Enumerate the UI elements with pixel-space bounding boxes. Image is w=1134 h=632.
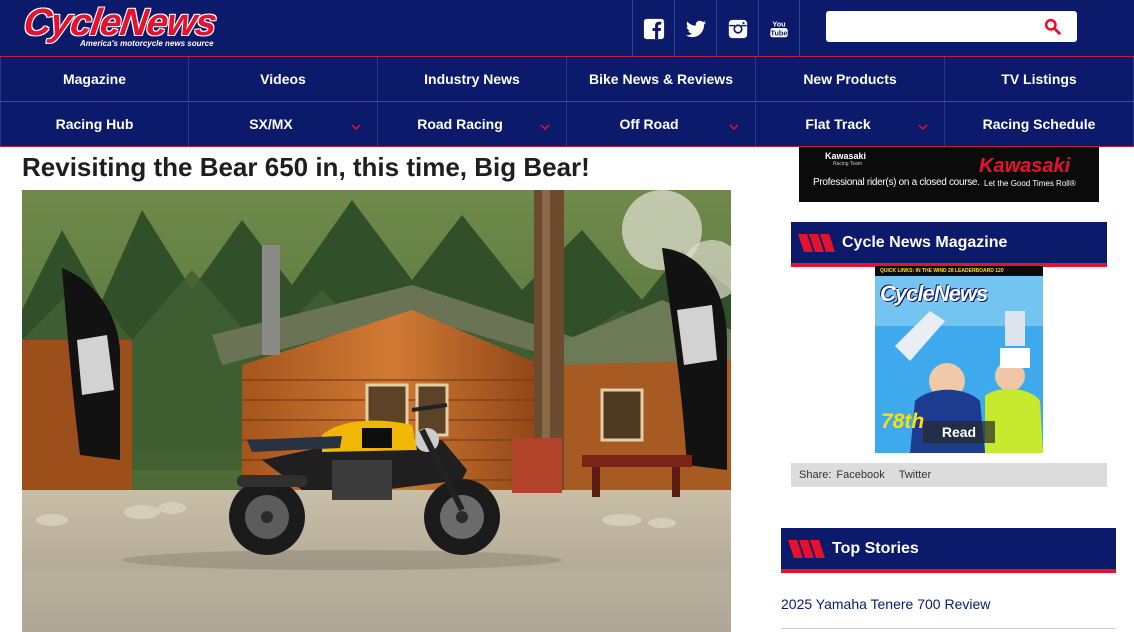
nav-label: Off Road — [619, 116, 679, 132]
nav-item-flat-track[interactable]: Flat Track — [756, 102, 945, 146]
stripes-icon — [788, 539, 825, 558]
kawasaki-ad-banner[interactable]: Kawasaki Racing Team Professional rider(… — [799, 147, 1099, 202]
ad-brand-sub: Racing Team — [833, 161, 863, 167]
ad-brand-logo: Kawasaki — [979, 155, 1071, 177]
nav-label: Magazine — [62, 71, 126, 87]
site-header: CycleNews America's motorcycle news sour… — [0, 0, 1134, 57]
youtube-icon: You Tube — [770, 19, 788, 37]
chevron-down-icon[interactable] — [729, 122, 739, 132]
chevron-down-icon[interactable] — [351, 122, 361, 132]
nav-label: Racing Schedule — [982, 116, 1096, 132]
search-icon[interactable] — [1044, 18, 1061, 35]
widget-title-text: Cycle News Magazine — [842, 233, 1008, 251]
magazine-widget-title: Cycle News Magazine — [791, 222, 1107, 267]
nav-label: Flat Track — [805, 116, 871, 132]
youtube-button[interactable]: You Tube — [758, 0, 800, 57]
primary-nav: Magazine Videos Industry News Bike News … — [0, 57, 1134, 102]
facebook-icon — [643, 18, 664, 39]
ad-brand-small: Kawasaki — [825, 151, 867, 161]
nav-label: Racing Hub — [55, 116, 134, 132]
nav-label: Bike News & Reviews — [589, 71, 733, 87]
svg-text:Tube: Tube — [771, 28, 788, 37]
twitter-button[interactable] — [674, 0, 716, 57]
nav-label: Videos — [260, 71, 306, 87]
nav-item-sx-mx[interactable]: SX/MX — [189, 102, 378, 146]
search-box — [826, 11, 1077, 42]
share-label: Share: — [799, 469, 832, 481]
nav-item-road-racing[interactable]: Road Racing — [378, 102, 567, 146]
nav-label: Road Racing — [417, 116, 503, 132]
nav-label: SX/MX — [249, 116, 293, 132]
racing-nav: Racing Hub SX/MX Road Racing Off Road Fl… — [0, 102, 1134, 147]
ad-disclaimer: Professional rider(s) on a closed course… — [813, 177, 980, 188]
nav-label: Industry News — [424, 71, 520, 87]
nav-item-off-road[interactable]: Off Road — [567, 102, 756, 146]
nav-item-tv-listings[interactable]: TV Listings — [945, 57, 1134, 101]
read-button[interactable]: Read — [923, 421, 995, 443]
stripes-icon — [798, 233, 835, 252]
site-logo[interactable]: CycleNews America's motorcycle news sour… — [21, 2, 256, 50]
nav-label: TV Listings — [1001, 71, 1077, 87]
article-hero-image[interactable] — [22, 190, 731, 632]
nav-item-magazine[interactable]: Magazine — [0, 57, 189, 101]
share-bar: Share: Facebook Twitter — [791, 463, 1107, 487]
cover-logo: CycleNews — [880, 281, 988, 306]
ad-slogan: Let the Good Times Roll® — [984, 179, 1076, 188]
svg-text:You: You — [772, 19, 785, 28]
logo-tagline: America's motorcycle news source — [80, 39, 214, 48]
cover-quicklinks: QUICK LINKS: IN THE WIND 28 LEADERBOARD … — [875, 266, 1043, 276]
divider — [781, 628, 1116, 629]
cover-number: 78th — [881, 410, 925, 433]
nav-item-racing-hub[interactable]: Racing Hub — [0, 102, 189, 146]
twitter-icon — [685, 20, 706, 37]
hero-photo — [22, 190, 731, 632]
search-input[interactable] — [826, 11, 1036, 42]
nav-label: New Products — [803, 71, 897, 87]
top-story-link[interactable]: 2025 Yamaha Tenere 700 Review — [781, 596, 990, 612]
social-links: You Tube — [632, 0, 800, 57]
instagram-icon — [728, 19, 747, 38]
share-facebook-link[interactable]: Facebook — [836, 469, 884, 481]
chevron-down-icon[interactable] — [540, 122, 550, 132]
nav-item-bike-news-reviews[interactable]: Bike News & Reviews — [567, 57, 756, 101]
widget-title-text: Top Stories — [832, 539, 919, 557]
top-stories-title: Top Stories — [781, 528, 1116, 573]
article-headline: Revisiting the Bear 650 in, this time, B… — [22, 152, 590, 182]
nav-item-racing-schedule[interactable]: Racing Schedule — [945, 102, 1134, 146]
chevron-down-icon[interactable] — [918, 122, 928, 132]
instagram-button[interactable] — [716, 0, 758, 57]
share-twitter-link[interactable]: Twitter — [899, 469, 931, 481]
magazine-cover[interactable]: QUICK LINKS: IN THE WIND 28 LEADERBOARD … — [875, 266, 1043, 453]
nav-item-new-products[interactable]: New Products — [756, 57, 945, 101]
nav-item-industry-news[interactable]: Industry News — [378, 57, 567, 101]
nav-item-videos[interactable]: Videos — [189, 57, 378, 101]
facebook-button[interactable] — [632, 0, 674, 57]
